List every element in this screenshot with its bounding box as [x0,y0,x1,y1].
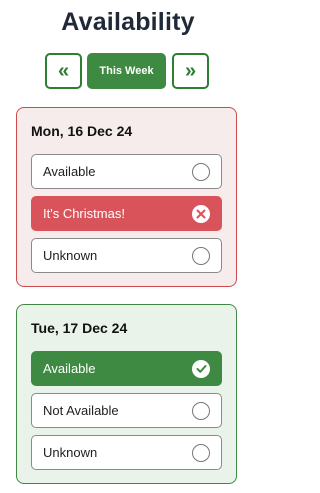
x-circle-icon [192,205,210,223]
radio-unchecked-icon [192,247,210,265]
check-circle-icon [192,360,210,378]
radio-unchecked-icon [192,163,210,181]
option-its-christmas[interactable]: It's Christmas! [31,196,222,231]
day-card-tue: Tue, 17 Dec 24 Available Not Available U… [16,304,237,484]
day-title: Mon, 16 Dec 24 [31,123,133,139]
option-label: Available [43,361,96,376]
next-week-button[interactable]: » [172,53,209,89]
option-label: Unknown [43,248,98,263]
option-label: It's Christmas! [43,206,125,221]
radio-unchecked-icon [192,402,210,420]
option-label: Not Available [43,403,119,418]
option-unknown[interactable]: Unknown [31,435,222,470]
option-available[interactable]: Available [31,351,222,386]
radio-unchecked-icon [192,444,210,462]
day-title: Tue, 17 Dec 24 [31,320,128,336]
option-label: Available [43,164,96,179]
this-week-button[interactable]: This Week [87,53,166,89]
option-not-available[interactable]: Not Available [31,393,222,428]
option-unknown[interactable]: Unknown [31,238,222,273]
day-card-mon: Mon, 16 Dec 24 Available It's Christmas!… [16,107,237,287]
option-available[interactable]: Available [31,154,222,189]
previous-week-button[interactable]: « [45,53,82,89]
option-label: Unknown [43,445,98,460]
page-title: Availability [61,8,195,36]
week-navigation: « This Week » [0,53,256,90]
